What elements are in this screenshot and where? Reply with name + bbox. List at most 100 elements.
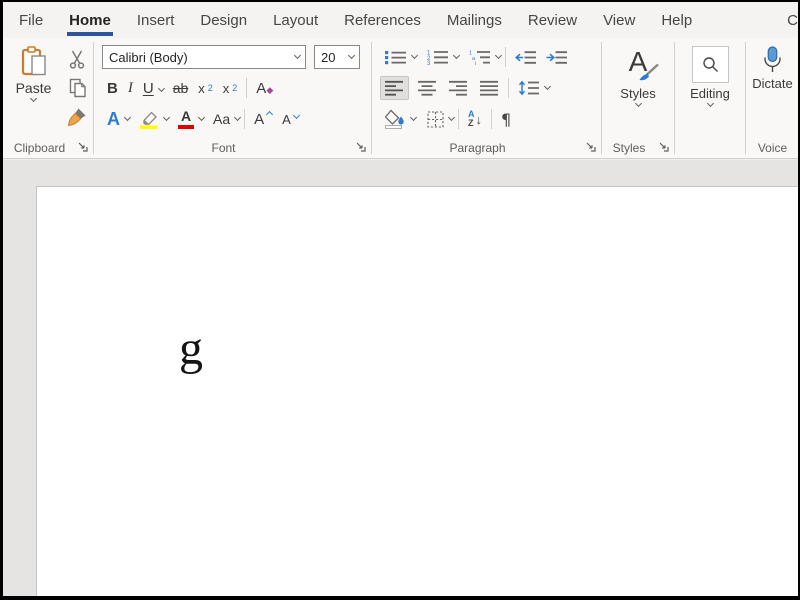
tab-review[interactable]: Review [515, 2, 590, 38]
underline-button[interactable]: U [138, 76, 159, 100]
increase-indent-icon [546, 50, 567, 65]
font-name-value: Calibri (Body) [109, 50, 188, 65]
font-name-select[interactable]: Calibri (Body) [102, 45, 306, 69]
numbering-button[interactable]: 1 2 3 [422, 45, 454, 69]
styles-group: A Styles Styles [602, 38, 674, 158]
clipboard-group-footer: Clipboard [4, 137, 93, 158]
align-right-button[interactable] [444, 76, 473, 100]
change-case-chevron-icon[interactable] [234, 114, 241, 121]
show-formatting-button[interactable]: ¶ [496, 107, 516, 131]
grow-font-button[interactable]: A [249, 107, 277, 131]
word-window: File Home Insert Design Layout Reference… [0, 0, 800, 600]
clipboard-group-label: Clipboard [14, 141, 65, 155]
highlight-chevron-icon[interactable] [163, 114, 170, 121]
font-color-chevron-icon[interactable] [198, 114, 205, 121]
tab-help[interactable]: Help [648, 2, 705, 38]
document-area: g [3, 159, 798, 596]
multilevel-chevron-icon[interactable] [495, 52, 502, 59]
document-text[interactable]: g [179, 325, 203, 373]
shading-chevron-icon[interactable] [410, 114, 417, 121]
tab-design[interactable]: Design [187, 2, 260, 38]
svg-text:i: i [475, 61, 476, 65]
font-size-chevron-icon [348, 52, 355, 59]
align-left-button[interactable] [380, 76, 409, 100]
dictate-button[interactable]: Dictate [752, 45, 792, 91]
styles-dialog-launcher-icon[interactable] [658, 141, 669, 152]
font-color-button[interactable]: A [173, 107, 199, 131]
superscript-button[interactable]: x2 [218, 76, 243, 100]
tab-mailings[interactable]: Mailings [434, 2, 515, 38]
styles-group-footer: Styles [602, 137, 674, 158]
strikethrough-button[interactable]: ab [168, 76, 194, 100]
align-left-icon [385, 80, 404, 96]
clear-formatting-button[interactable]: A◆ [251, 76, 278, 100]
font-size-select[interactable]: 20 [314, 45, 360, 69]
shrink-font-button[interactable]: A [277, 107, 304, 131]
search-icon [702, 56, 719, 73]
line-spacing-chevron-icon[interactable] [544, 83, 551, 90]
bold-button[interactable]: B [102, 76, 123, 100]
line-spacing-button[interactable] [513, 76, 545, 100]
decrease-indent-icon [515, 50, 536, 65]
mini-separator [246, 78, 247, 98]
copy-button[interactable] [61, 74, 93, 101]
text-effects-chevron-icon[interactable] [124, 114, 131, 121]
clipboard-group: Paste [4, 38, 93, 158]
sort-arrow-icon: ↓ [476, 112, 483, 127]
clipboard-dialog-launcher-icon[interactable] [77, 141, 88, 152]
paste-dropdown-chevron-icon[interactable] [30, 95, 37, 102]
tab-file[interactable]: File [6, 2, 56, 38]
paste-label: Paste [16, 80, 52, 96]
editing-group: Editing [675, 38, 745, 158]
styles-button[interactable]: A Styles [618, 45, 658, 106]
font-group-footer: Font [94, 137, 371, 158]
tab-home[interactable]: Home [56, 2, 124, 38]
tab-layout[interactable]: Layout [260, 2, 331, 38]
ribbon: Paste [3, 38, 798, 159]
font-name-chevron-icon [294, 52, 301, 59]
line-spacing-icon [518, 80, 540, 96]
text-effects-button[interactable]: A [102, 107, 125, 131]
mini-separator [491, 109, 492, 129]
underline-dropdown-chevron-icon[interactable] [158, 84, 165, 91]
align-center-button[interactable] [413, 76, 442, 100]
font-group: Calibri (Body) 20 B I U ab [94, 38, 371, 158]
document-page[interactable]: g [36, 186, 798, 596]
tab-view[interactable]: View [590, 2, 648, 38]
styles-group-label: Styles [613, 141, 646, 155]
font-dialog-launcher-icon[interactable] [355, 141, 366, 152]
voice-group: Dictate Voice [746, 38, 799, 158]
multilevel-list-button[interactable]: 1 a i [464, 45, 496, 69]
paragraph-group-label: Paragraph [449, 141, 505, 155]
numbering-chevron-icon[interactable] [453, 52, 460, 59]
format-painter-button[interactable] [61, 103, 93, 130]
paragraph-dialog-launcher-icon[interactable] [585, 141, 596, 152]
subscript-button[interactable]: x2 [193, 76, 218, 100]
cut-button[interactable] [61, 45, 93, 72]
bullets-chevron-icon[interactable] [411, 52, 418, 59]
editing-chevron-icon[interactable] [706, 100, 713, 107]
tab-insert[interactable]: Insert [124, 2, 188, 38]
paste-button[interactable]: Paste [10, 45, 57, 101]
italic-button[interactable]: I [123, 76, 138, 100]
mini-separator [244, 109, 245, 129]
sort-button[interactable]: A Z ↓ [463, 107, 487, 131]
styles-chevron-icon[interactable] [634, 100, 641, 107]
increase-indent-button[interactable] [541, 45, 572, 69]
change-case-button[interactable]: Aa [208, 107, 235, 131]
bullets-button[interactable] [380, 45, 412, 69]
svg-text:3: 3 [427, 61, 431, 65]
editing-button[interactable]: Editing [690, 45, 730, 106]
tab-references[interactable]: References [331, 2, 434, 38]
justify-button[interactable] [475, 76, 504, 100]
microphone-icon [761, 46, 784, 73]
tab-partial-cutoff[interactable]: C [774, 2, 798, 38]
shading-button[interactable] [380, 107, 411, 131]
borders-chevron-icon[interactable] [448, 114, 455, 121]
editing-group-footer [675, 137, 745, 158]
highlight-button[interactable] [134, 107, 164, 131]
decrease-indent-button[interactable] [510, 45, 541, 69]
borders-button[interactable] [422, 107, 449, 131]
dictate-button-label: Dictate [752, 76, 792, 91]
pilcrow-icon: ¶ [501, 110, 511, 129]
